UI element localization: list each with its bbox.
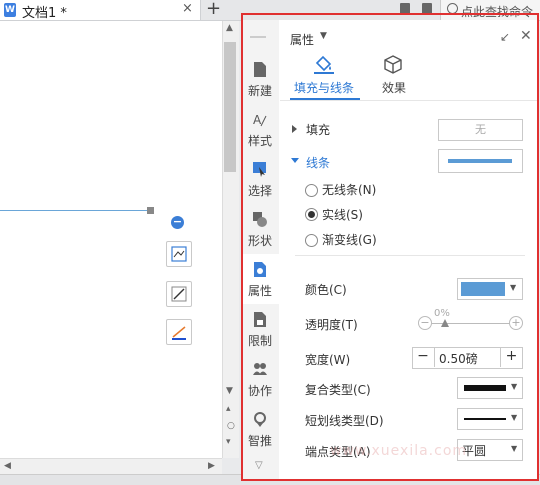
- line-style-icon: [171, 324, 187, 340]
- horizontal-scrollbar[interactable]: [0, 458, 222, 475]
- document-tab-title: 文档1 *: [22, 6, 67, 21]
- new-tab-button[interactable]: +: [206, 0, 221, 19]
- select-browse-icon[interactable]: ○: [227, 421, 235, 431]
- edit-shape-button[interactable]: [166, 281, 192, 307]
- selected-line-shape[interactable]: [0, 210, 150, 211]
- line-style-button[interactable]: [166, 319, 192, 345]
- close-tab-icon[interactable]: ×: [182, 1, 193, 16]
- layout-options-icon: [171, 246, 187, 262]
- line-end-handle[interactable]: [147, 207, 154, 214]
- collapse-float-toolbar-button[interactable]: −: [171, 216, 184, 229]
- layout-options-button[interactable]: [166, 241, 192, 267]
- document-icon: W: [4, 3, 16, 17]
- next-page-icon[interactable]: ▾: [226, 437, 231, 447]
- scroll-up-icon[interactable]: ▲: [226, 23, 233, 33]
- scroll-down-icon[interactable]: ▼: [226, 386, 233, 396]
- scroll-left-icon[interactable]: ◀: [4, 461, 11, 471]
- scroll-right-icon[interactable]: ▶: [208, 461, 215, 471]
- document-tab[interactable]: W 文档1 * ×: [0, 0, 201, 21]
- prev-page-icon[interactable]: ▴: [226, 404, 231, 414]
- highlight-frame: [241, 13, 539, 481]
- document-canvas[interactable]: [0, 21, 222, 458]
- edit-shape-icon: [171, 286, 187, 302]
- vertical-scrollbar-thumb[interactable]: [224, 42, 236, 172]
